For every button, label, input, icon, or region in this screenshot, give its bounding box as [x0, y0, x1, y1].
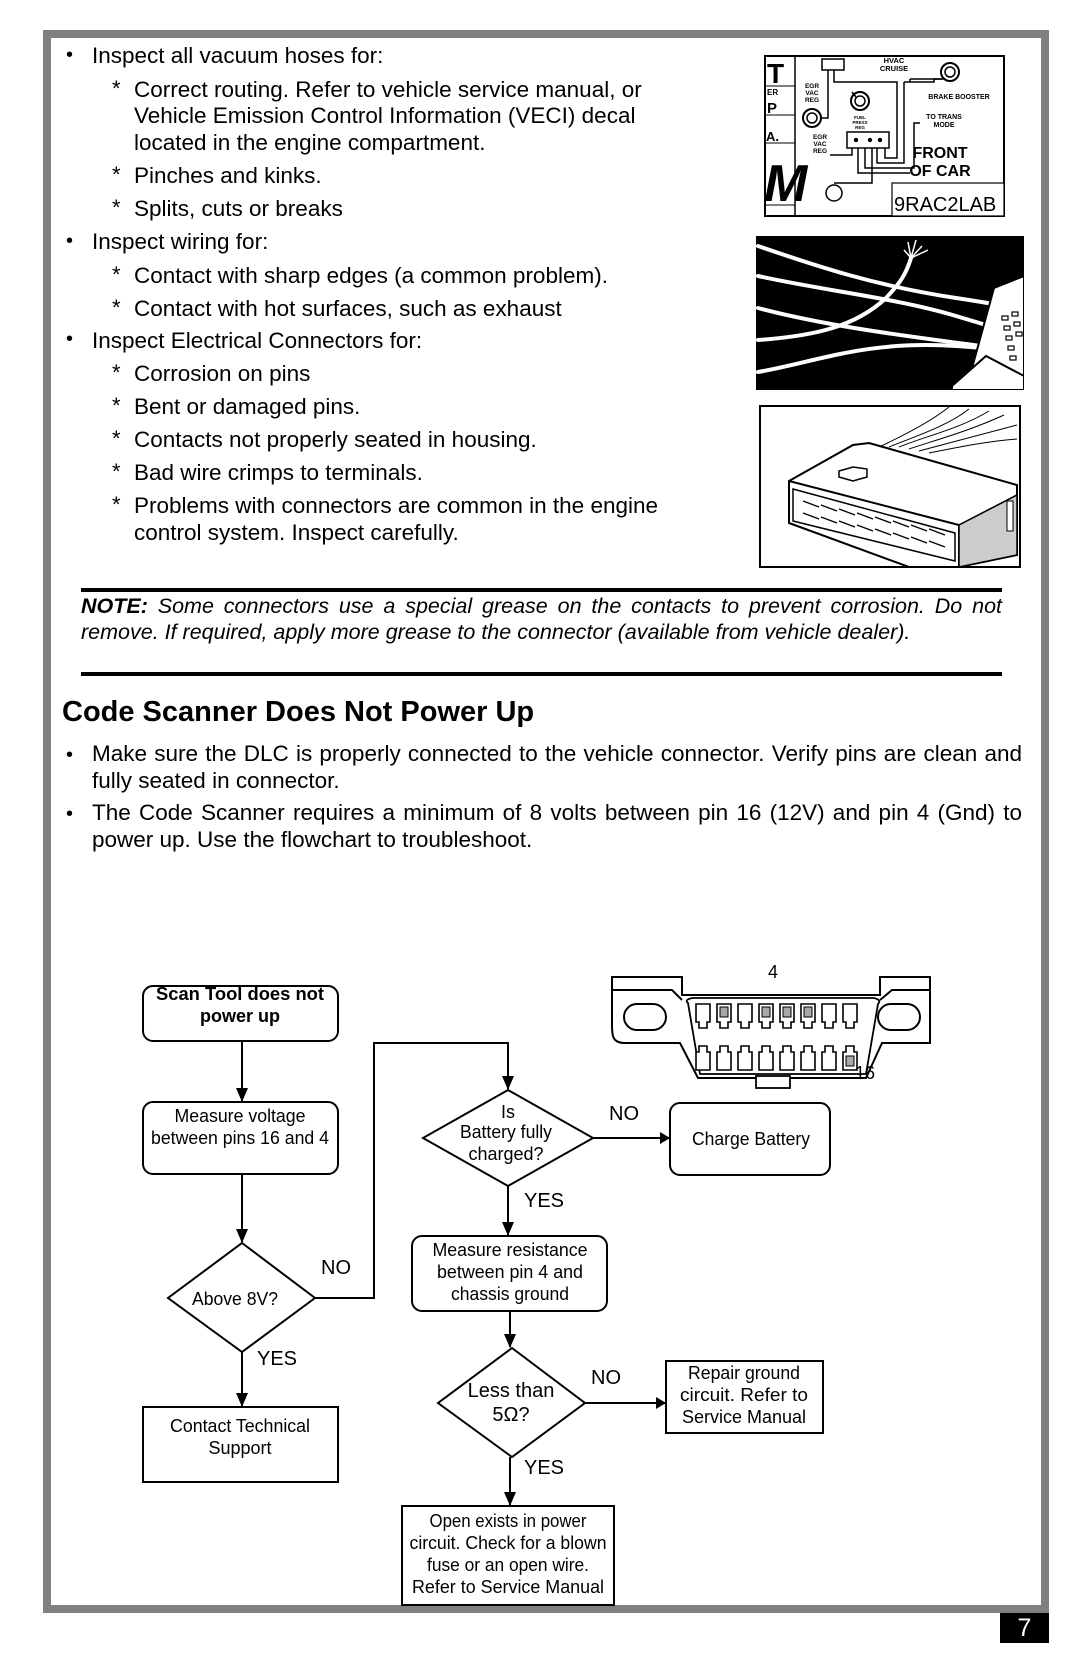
flow-start-text: power up: [200, 1006, 280, 1026]
flow-contact-support-text: Contact Technical: [170, 1416, 310, 1436]
flow-open-exists-text: fuse or an open wire.: [427, 1555, 589, 1575]
flow-open-exists-text: circuit. Check for a blown: [410, 1533, 607, 1553]
dlc-pin-highlight: [782, 1006, 792, 1018]
dlc-mount-hole-left: [623, 1003, 667, 1031]
flow-no-label: NO: [321, 1257, 351, 1279]
flow-battery-text: Battery fully: [460, 1122, 552, 1142]
dlc-pin-16-label: 16: [855, 1063, 875, 1083]
flow-battery-text: Is: [501, 1102, 515, 1122]
flow-less-than-text: 5Ω?: [492, 1404, 529, 1426]
flow-no-label: NO: [609, 1103, 639, 1125]
dlc-pin-4-label: 4: [768, 962, 778, 982]
dlc-pin-highlight: [719, 1006, 729, 1018]
flow-measure-voltage-text: Measure voltage: [175, 1106, 306, 1126]
dlc-pin-highlight: [761, 1006, 771, 1018]
troubleshooting-flowchart: Scan Tool does not power up Measure volt…: [142, 962, 931, 1606]
flow-open-exists-text: Open exists in power: [430, 1511, 587, 1531]
dlc-mount-hole-right: [877, 1003, 921, 1031]
flow-yes-label: YES: [524, 1190, 564, 1212]
flow-open-exists-text: Refer to Service Manual: [412, 1577, 604, 1597]
dlc-connector-diagram: [611, 976, 931, 1089]
dlc-key-tab: [755, 1075, 791, 1089]
flow-above-8v-text: Above 8V?: [192, 1289, 278, 1309]
flow-resistance-text: chassis ground: [451, 1284, 569, 1304]
flow-yes-label: YES: [257, 1348, 297, 1370]
flow-measure-voltage-text: between pins 16 and 4: [151, 1128, 329, 1148]
flow-battery-text: charged?: [468, 1144, 543, 1164]
flow-contact-support-text: Support: [208, 1438, 271, 1458]
flow-repair-ground-text: Repair ground: [688, 1363, 800, 1383]
flow-no-label: NO: [591, 1367, 621, 1389]
flow-start-text: Scan Tool does not: [156, 984, 324, 1004]
flow-resistance-text: Measure resistance: [433, 1240, 588, 1260]
flow-less-than-diamond: [436, 1346, 587, 1459]
flow-yes-label: YES: [524, 1457, 564, 1479]
flow-charge-battery-text: Charge Battery: [692, 1129, 810, 1149]
flow-repair-ground-text: Service Manual: [682, 1407, 806, 1427]
dlc-pin-highlight: [845, 1055, 855, 1067]
flow-repair-ground-text: circuit. Refer to: [680, 1385, 808, 1405]
flow-less-than-text: Less than: [468, 1380, 555, 1402]
page-number: 7: [1000, 1613, 1049, 1643]
dlc-pin-highlight: [803, 1006, 813, 1018]
flow-resistance-text: between pin 4 and: [437, 1262, 583, 1282]
